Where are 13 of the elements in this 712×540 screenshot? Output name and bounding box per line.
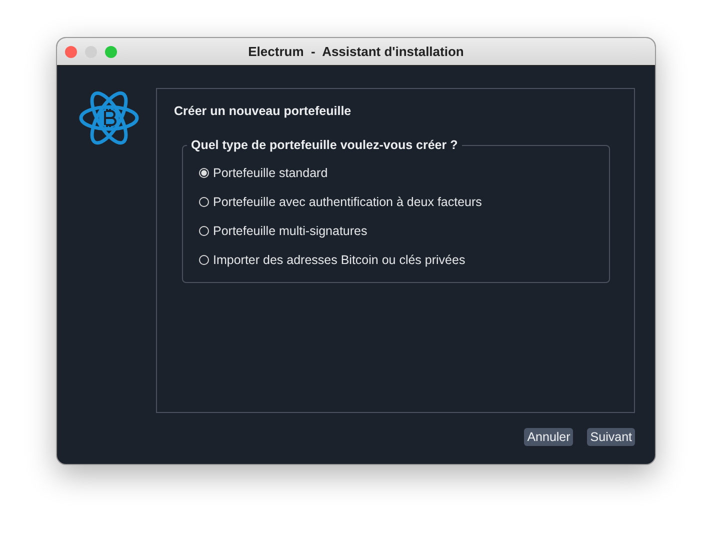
page-heading: Créer un nouveau portefeuille (174, 104, 352, 118)
radio-button[interactable] (199, 254, 209, 264)
radio-option[interactable]: Portefeuille avec authentification à deux facteurs (199, 187, 595, 216)
group-title: Quel type de portefeuille voulez-vous créer ? (190, 138, 459, 152)
dialog-button[interactable]: Annuler (524, 428, 574, 446)
radio-option[interactable]: Importer des adresses Bitcoin ou clés privées (199, 245, 595, 274)
dialog-button[interactable]: Suivant (587, 428, 635, 446)
radio-button[interactable] (199, 168, 209, 178)
radio-option[interactable]: Portefeuille standard (199, 158, 595, 187)
radio-button[interactable] (199, 226, 209, 236)
window-title: Electrum - Assistant d'installation (248, 44, 464, 59)
radio-option[interactable]: Portefeuille multi-signatures (199, 216, 595, 245)
radio-button[interactable] (199, 196, 209, 206)
